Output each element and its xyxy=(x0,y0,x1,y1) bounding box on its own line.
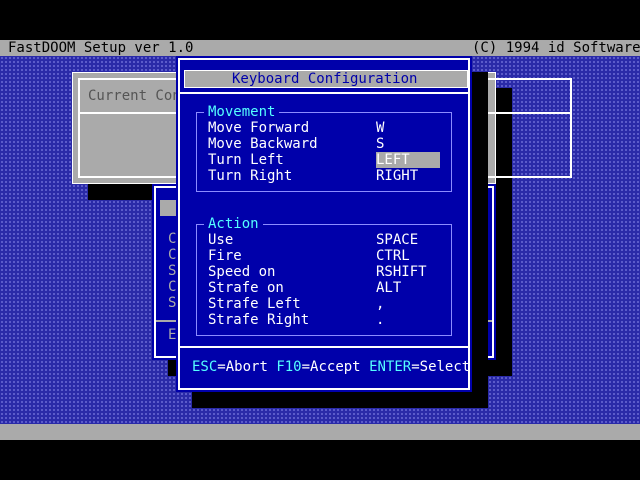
esc-key[interactable]: ESC xyxy=(192,359,217,375)
keybind-value-selected: LEFT xyxy=(376,152,440,168)
movement-list: Move Forward W Move Backward S Turn Left… xyxy=(200,120,448,184)
app-title: FastDOOM Setup ver 1.0 xyxy=(8,40,194,56)
keybind-value: , xyxy=(376,296,385,312)
window-shadow xyxy=(496,200,512,376)
keybind-value: W xyxy=(376,120,385,136)
keybind-row-use[interactable]: Use SPACE xyxy=(200,232,448,248)
keybind-row-strafe-on[interactable]: Strafe on ALT xyxy=(200,280,448,296)
dialog-title: Keyboard Configuration xyxy=(232,71,418,87)
action-header: Action xyxy=(204,216,263,232)
dialog-shadow xyxy=(192,392,488,408)
keybind-value: . xyxy=(376,312,385,328)
keybind-value: CTRL xyxy=(376,248,410,264)
action-list: Use SPACE Fire CTRL Speed on RSHIFT Stra… xyxy=(200,232,448,328)
keybind-label: Use xyxy=(208,232,234,248)
keybind-value: RIGHT xyxy=(376,168,419,184)
title-bar: FastDOOM Setup ver 1.0 (C) 1994 id Softw… xyxy=(0,40,640,56)
f10-key[interactable]: F10 xyxy=(276,359,301,375)
keybind-label: Speed on xyxy=(208,264,276,280)
enter-key[interactable]: ENTER xyxy=(369,359,411,375)
footer-help-line: ESC=Abort F10=Accept ENTER=Select xyxy=(192,359,470,375)
current-config-title: Current Con xyxy=(88,88,181,104)
keybind-row-turn-right[interactable]: Turn Right RIGHT xyxy=(200,168,448,184)
keybind-value: ALT xyxy=(376,280,402,296)
keybind-label: Turn Right xyxy=(208,168,293,184)
keybind-label: Strafe Left xyxy=(208,296,301,312)
status-bar xyxy=(0,424,640,440)
keybind-row-turn-left[interactable]: Turn Left LEFT xyxy=(200,152,448,168)
keybind-row-move-backward[interactable]: Move Backward S xyxy=(200,136,448,152)
keybind-value: S xyxy=(376,136,385,152)
keybind-row-strafe-left[interactable]: Strafe Left , xyxy=(200,296,448,312)
keybind-label: Turn Left xyxy=(208,152,284,168)
dialog-shadow xyxy=(472,72,488,408)
keybind-label: Strafe Right xyxy=(208,312,310,328)
middle-window-block xyxy=(160,200,176,216)
keybind-row-speed-on[interactable]: Speed on RSHIFT xyxy=(200,264,448,280)
keybind-label: Move Backward xyxy=(208,136,318,152)
title-divider xyxy=(180,92,468,94)
keybind-row-move-forward[interactable]: Move Forward W xyxy=(200,120,448,136)
keybind-row-strafe-right[interactable]: Strafe Right . xyxy=(200,312,448,328)
footer-divider xyxy=(180,346,468,348)
keybind-label: Strafe on xyxy=(208,280,284,296)
enter-label: =Select xyxy=(411,359,471,375)
esc-label: =Abort xyxy=(217,359,268,375)
movement-header: Movement xyxy=(204,104,280,120)
dialog-title-bar: Keyboard Configuration xyxy=(184,70,468,88)
keybind-value: SPACE xyxy=(376,232,419,248)
keybind-value: RSHIFT xyxy=(376,264,427,280)
keybind-row-fire[interactable]: Fire CTRL xyxy=(200,248,448,264)
f10-label: =Accept xyxy=(301,359,361,375)
copyright-text: (C) 1994 id Software xyxy=(472,40,640,56)
keybind-label: Move Forward xyxy=(208,120,310,136)
keybind-label: Fire xyxy=(208,248,242,264)
footer-help: ESC=Abort F10=Accept ENTER=Select xyxy=(184,359,470,375)
